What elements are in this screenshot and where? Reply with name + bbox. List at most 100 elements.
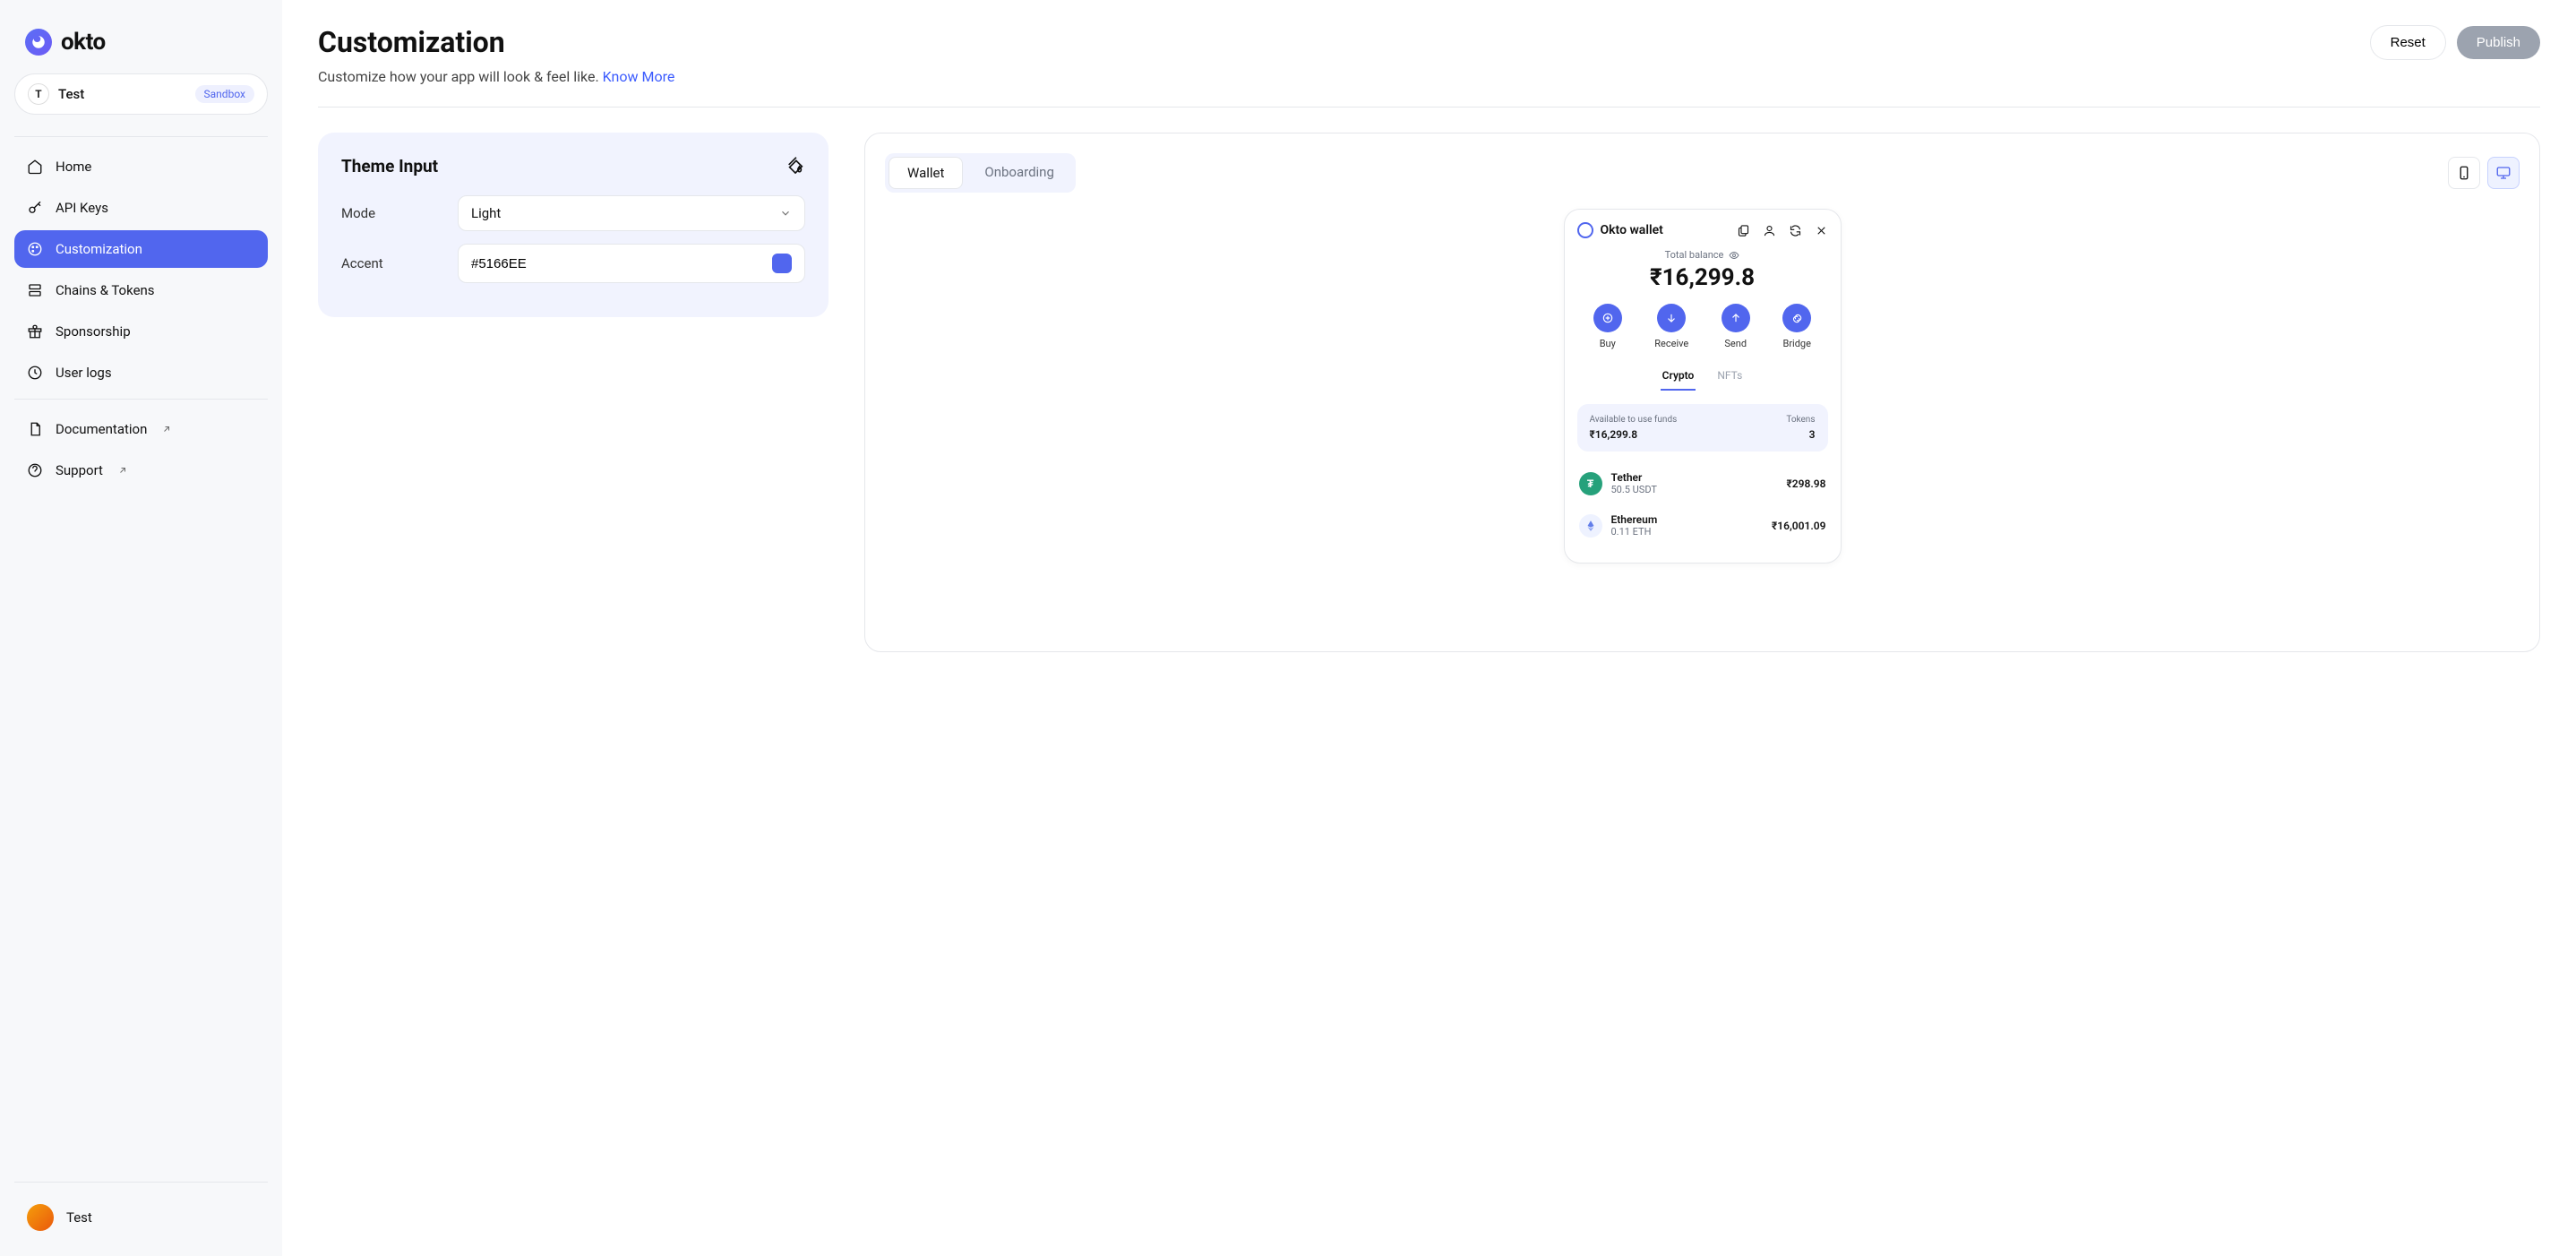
token-amount: 0.11 ETH [1611, 526, 1763, 538]
wallet-logo-icon [1577, 222, 1593, 238]
tether-icon: ₮ [1579, 472, 1602, 495]
device-desktop-button[interactable] [2487, 157, 2520, 189]
project-env-badge: Sandbox [195, 85, 254, 103]
preview-tab-onboarding[interactable]: Onboarding [966, 157, 1072, 189]
ethereum-icon [1579, 514, 1602, 538]
token-value: ₹16,001.09 [1772, 520, 1826, 532]
mode-label: Mode [341, 205, 458, 221]
wallet-action-label: Buy [1600, 338, 1616, 349]
wallet-tab-nfts[interactable]: NFTs [1715, 364, 1744, 391]
user-icon[interactable] [1763, 224, 1776, 237]
wallet-action-buy[interactable]: Buy [1593, 304, 1622, 349]
paint-bucket-icon [786, 154, 805, 177]
chevron-down-icon [779, 207, 792, 219]
secondary-nav: Documentation Support [14, 410, 268, 489]
sidebar-item-sponsorship[interactable]: Sponsorship [14, 313, 268, 350]
page-title: Customization [318, 25, 674, 59]
token-name: Ethereum [1611, 513, 1763, 526]
accent-input-wrapper [458, 244, 805, 283]
sidebar-item-label: Sponsorship [56, 323, 131, 340]
close-icon[interactable] [1815, 224, 1828, 237]
sidebar-divider [14, 136, 268, 137]
wallet-action-label: Bridge [1782, 338, 1810, 349]
wallet-preview: Okto wallet Total balance [1564, 209, 1842, 563]
balance-label: Total balance [1665, 249, 1724, 261]
token-value: ₹298.98 [1787, 477, 1826, 490]
send-icon [1722, 304, 1750, 332]
sidebar-item-chains-tokens[interactable]: Chains & Tokens [14, 271, 268, 309]
sidebar-item-label: Support [56, 462, 103, 478]
sidebar-item-label: Home [56, 159, 91, 175]
mode-select[interactable]: Light [458, 195, 805, 231]
buy-icon [1593, 304, 1622, 332]
primary-nav: Home API Keys Customization Chains & Tok… [14, 148, 268, 391]
token-amount: 50.5 USDT [1611, 484, 1778, 495]
wallet-tab-crypto[interactable]: Crypto [1661, 364, 1696, 391]
key-icon [27, 200, 43, 216]
palette-icon [27, 241, 43, 257]
sidebar-item-label: Customization [56, 241, 142, 257]
sidebar-item-label: API Keys [56, 200, 108, 216]
project-avatar: T [28, 83, 49, 105]
help-icon [27, 462, 43, 478]
accent-color-swatch[interactable] [772, 254, 792, 273]
brand-name: okto [61, 29, 106, 56]
main-content: Customization Customize how your app wil… [282, 0, 2576, 1256]
token-name: Tether [1611, 471, 1778, 484]
tokens-count-value: 3 [1786, 428, 1815, 441]
sidebar-item-home[interactable]: Home [14, 148, 268, 185]
bridge-icon [1782, 304, 1811, 332]
device-toggle [2448, 157, 2520, 189]
available-funds-value: ₹16,299.8 [1590, 428, 1678, 441]
reset-button[interactable]: Reset [2370, 25, 2446, 60]
clock-icon [27, 365, 43, 381]
sidebar-item-customization[interactable]: Customization [14, 230, 268, 268]
sidebar-item-label: Documentation [56, 421, 147, 437]
user-name: Test [66, 1209, 92, 1226]
token-row[interactable]: ₮ Tether 50.5 USDT ₹298.98 [1577, 462, 1828, 504]
theme-input-card: Theme Input Mode Light Accent [318, 133, 829, 317]
header-actions: Reset Publish [2370, 25, 2540, 60]
theme-card-title: Theme Input [341, 156, 438, 176]
preview-tab-wallet[interactable]: Wallet [889, 157, 963, 189]
wallet-action-receive[interactable]: Receive [1654, 304, 1688, 349]
home-icon [27, 159, 43, 175]
receive-icon [1657, 304, 1686, 332]
sidebar-item-label: User logs [56, 365, 112, 381]
project-selector[interactable]: T Test Sandbox [14, 73, 268, 115]
sidebar-item-api-keys[interactable]: API Keys [14, 189, 268, 227]
preview-tabs: Wallet Onboarding [885, 153, 1076, 193]
sidebar: okto T Test Sandbox Home API Keys Custom… [0, 0, 282, 1256]
accent-label: Accent [341, 255, 458, 271]
sidebar-item-user-logs[interactable]: User logs [14, 354, 268, 391]
token-row[interactable]: Ethereum 0.11 ETH ₹16,001.09 [1577, 504, 1828, 546]
device-mobile-button[interactable] [2448, 157, 2480, 189]
copy-icon[interactable] [1737, 224, 1750, 237]
sidebar-item-documentation[interactable]: Documentation [14, 410, 268, 448]
preview-panel: Wallet Onboarding Okto wallet [864, 133, 2540, 652]
document-icon [27, 421, 43, 437]
eye-icon[interactable] [1729, 250, 1739, 261]
user-avatar [27, 1204, 54, 1231]
user-menu[interactable]: Test [14, 1193, 268, 1242]
mode-value: Light [471, 205, 501, 221]
external-link-icon [117, 465, 128, 476]
accent-input[interactable] [471, 256, 772, 271]
sidebar-divider [14, 1182, 268, 1183]
project-name: Test [58, 86, 84, 102]
funds-summary-card: Available to use funds ₹16,299.8 Tokens … [1577, 404, 1828, 452]
brand-logo: okto [14, 22, 268, 73]
main-divider [318, 107, 2540, 108]
tokens-count-label: Tokens [1786, 415, 1815, 425]
wallet-action-label: Receive [1654, 338, 1688, 349]
wallet-action-bridge[interactable]: Bridge [1782, 304, 1811, 349]
wallet-action-label: Send [1724, 338, 1747, 349]
know-more-link[interactable]: Know More [603, 68, 675, 85]
wallet-action-send[interactable]: Send [1722, 304, 1750, 349]
page-subtitle-text: Customize how your app will look & feel … [318, 68, 603, 85]
refresh-icon[interactable] [1789, 224, 1802, 237]
sidebar-item-label: Chains & Tokens [56, 282, 155, 298]
brand-logo-mark [25, 29, 52, 56]
publish-button[interactable]: Publish [2457, 26, 2540, 59]
sidebar-item-support[interactable]: Support [14, 452, 268, 489]
